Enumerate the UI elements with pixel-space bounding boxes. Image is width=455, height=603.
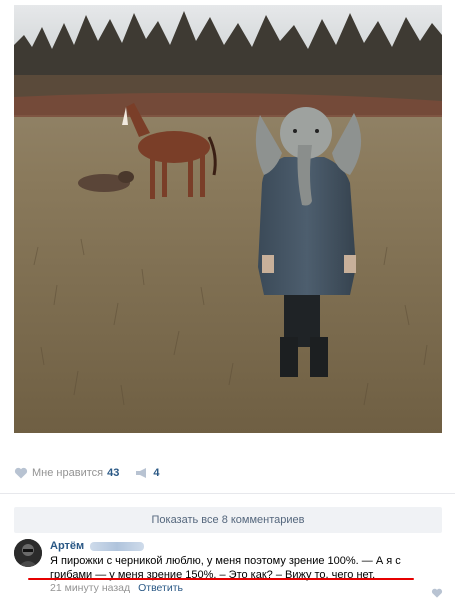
avatar-image (14, 539, 42, 567)
heart-icon (14, 467, 28, 479)
comment-text-line-1: Я пирожки с черникой люблю, у меня поэто… (50, 555, 401, 567)
heart-icon (431, 588, 443, 598)
comment-body: Артём Я пирожки с черникой люблю, у меня… (50, 539, 434, 582)
comment-meta: 21 минуту назад Ответить (50, 582, 183, 594)
like-count: 43 (107, 467, 120, 479)
avatar[interactable] (14, 539, 42, 567)
comment-author-line: Артём (50, 539, 434, 553)
repost-count: 4 (153, 467, 160, 479)
repost-button[interactable]: 4 (135, 467, 159, 479)
comment-time[interactable]: 21 минуту назад (50, 582, 130, 594)
like-button[interactable]: Мне нравится 43 (14, 467, 119, 479)
post-actions: Мне нравится 43 4 (14, 459, 159, 487)
post-photo[interactable] (14, 5, 442, 433)
comment-item: Артём Я пирожки с черникой люблю, у меня… (14, 539, 442, 599)
divider (0, 493, 455, 494)
comment-author[interactable]: Артём (50, 540, 84, 552)
show-all-comments-button[interactable]: Показать все 8 комментариев (14, 507, 442, 533)
photo-illustration (14, 5, 442, 433)
blurred-surname (90, 541, 145, 551)
comment-like-button[interactable] (431, 585, 443, 603)
like-label: Мне нравится (32, 467, 104, 479)
show-all-comments-label: Показать все 8 комментариев (151, 514, 305, 526)
megaphone-icon (136, 468, 147, 478)
reply-link[interactable]: Ответить (138, 582, 183, 594)
red-underline (28, 578, 414, 580)
